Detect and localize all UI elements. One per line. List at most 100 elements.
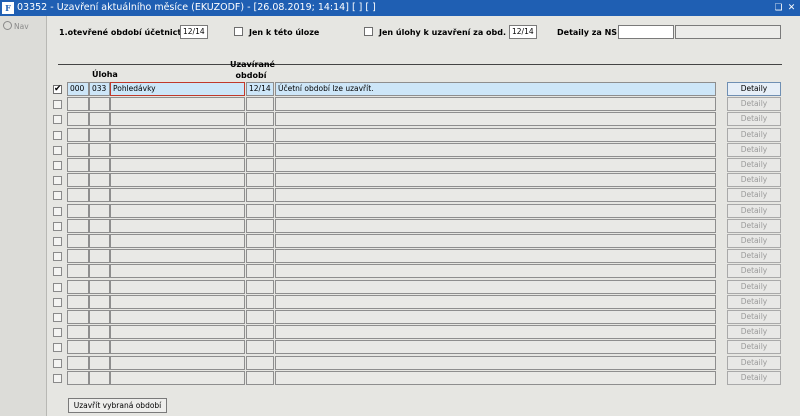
details-button[interactable]: Detaily: [727, 325, 781, 340]
task-cell[interactable]: [110, 249, 245, 264]
code2-cell[interactable]: 033: [89, 82, 110, 96]
message-cell[interactable]: [275, 340, 716, 355]
row-select-checkbox[interactable]: [53, 161, 62, 170]
message-cell[interactable]: [275, 97, 716, 112]
task-cell[interactable]: [110, 173, 245, 188]
details-button[interactable]: Detaily: [727, 158, 781, 172]
details-button[interactable]: Detaily: [727, 279, 781, 294]
code1-cell[interactable]: [67, 127, 89, 142]
task-cell[interactable]: [110, 294, 245, 309]
message-cell[interactable]: [275, 355, 716, 370]
close-icon[interactable]: ✕: [786, 1, 797, 15]
details-button[interactable]: Detaily: [727, 127, 781, 142]
code2-cell[interactable]: [89, 294, 110, 309]
code1-cell[interactable]: [67, 234, 89, 248]
message-cell[interactable]: [275, 234, 716, 248]
code1-cell[interactable]: [67, 158, 89, 172]
table-row[interactable]: Detaily: [47, 218, 787, 233]
task-cell[interactable]: [110, 142, 245, 157]
table-row[interactable]: Detaily: [47, 203, 787, 218]
task-cell[interactable]: [110, 203, 245, 218]
message-cell[interactable]: [275, 188, 716, 203]
details-button[interactable]: Detaily: [727, 340, 781, 355]
period-cell[interactable]: [246, 279, 274, 294]
message-cell[interactable]: [275, 127, 716, 142]
details-ns-field[interactable]: [618, 25, 674, 39]
row-select-checkbox[interactable]: [53, 358, 62, 368]
code2-cell[interactable]: [89, 188, 110, 203]
row-select-checkbox[interactable]: [53, 282, 62, 292]
code2-cell[interactable]: [89, 325, 110, 340]
table-row[interactable]: Detaily: [47, 234, 787, 248]
only-task-checkbox[interactable]: [234, 27, 243, 36]
table-row[interactable]: Detaily: [47, 264, 787, 279]
code2-cell[interactable]: [89, 142, 110, 157]
details-button[interactable]: Detaily: [727, 218, 781, 233]
code2-cell[interactable]: [89, 234, 110, 248]
details-button[interactable]: Detaily: [727, 142, 781, 157]
message-cell[interactable]: [275, 142, 716, 157]
code2-cell[interactable]: [89, 158, 110, 172]
table-row[interactable]: Detaily: [47, 188, 787, 203]
code1-cell[interactable]: [67, 279, 89, 294]
row-select-checkbox[interactable]: [53, 115, 62, 125]
task-cell[interactable]: [110, 310, 245, 324]
task-cell[interactable]: [110, 112, 245, 127]
message-cell[interactable]: [275, 218, 716, 233]
row-select-checkbox[interactable]: ✔: [53, 84, 62, 94]
code1-cell[interactable]: [67, 142, 89, 157]
row-select-checkbox[interactable]: [53, 191, 62, 201]
task-cell[interactable]: [110, 158, 245, 172]
table-row[interactable]: Detaily: [47, 370, 787, 385]
period-cell[interactable]: [246, 340, 274, 355]
restore-window-icon[interactable]: ❏: [773, 1, 784, 15]
code2-cell[interactable]: [89, 310, 110, 324]
message-cell[interactable]: [275, 279, 716, 294]
row-select-checkbox[interactable]: [53, 206, 62, 216]
nav-button[interactable]: Nav: [3, 21, 29, 31]
row-select-checkbox[interactable]: [53, 237, 62, 246]
message-cell[interactable]: [275, 325, 716, 340]
code1-cell[interactable]: [67, 218, 89, 233]
message-cell[interactable]: [275, 249, 716, 264]
task-cell[interactable]: [110, 127, 245, 142]
task-cell[interactable]: [110, 340, 245, 355]
table-row[interactable]: Detaily: [47, 127, 787, 142]
row-select-checkbox[interactable]: [53, 252, 62, 262]
code1-cell[interactable]: 000: [67, 82, 89, 96]
period-cell[interactable]: [246, 97, 274, 112]
row-select-checkbox[interactable]: [53, 313, 62, 322]
code2-cell[interactable]: [89, 370, 110, 385]
table-row[interactable]: Detaily: [47, 310, 787, 324]
code1-cell[interactable]: [67, 249, 89, 264]
details-button[interactable]: Detaily: [727, 203, 781, 218]
code1-cell[interactable]: [67, 173, 89, 188]
code1-cell[interactable]: [67, 340, 89, 355]
row-select-checkbox[interactable]: [53, 100, 62, 110]
period-field[interactable]: 12/14: [180, 25, 208, 39]
task-cell[interactable]: [110, 218, 245, 233]
details-button[interactable]: Detaily: [727, 112, 781, 127]
code2-cell[interactable]: [89, 355, 110, 370]
message-cell[interactable]: [275, 112, 716, 127]
table-row[interactable]: ✔ 000 033 Pohledávky 12/14 Účetní období lze …: [47, 82, 787, 96]
code2-cell[interactable]: [89, 173, 110, 188]
row-select-checkbox[interactable]: [53, 373, 62, 383]
message-cell[interactable]: [275, 294, 716, 309]
details-button[interactable]: Detaily: [727, 234, 781, 248]
task-cell[interactable]: [110, 279, 245, 294]
code2-cell[interactable]: [89, 218, 110, 233]
task-cell[interactable]: [110, 234, 245, 248]
code1-cell[interactable]: [67, 264, 89, 279]
table-row[interactable]: Detaily: [47, 112, 787, 127]
task-cell[interactable]: [110, 370, 245, 385]
details-button[interactable]: Detaily: [727, 264, 781, 279]
details-button[interactable]: Detaily: [727, 355, 781, 370]
table-row[interactable]: Detaily: [47, 294, 787, 309]
table-row[interactable]: Detaily: [47, 173, 787, 188]
period-cell[interactable]: [246, 112, 274, 127]
period-cell[interactable]: [246, 325, 274, 340]
message-cell[interactable]: [275, 173, 716, 188]
period-cell[interactable]: [246, 158, 274, 172]
row-select-checkbox[interactable]: [53, 328, 62, 338]
